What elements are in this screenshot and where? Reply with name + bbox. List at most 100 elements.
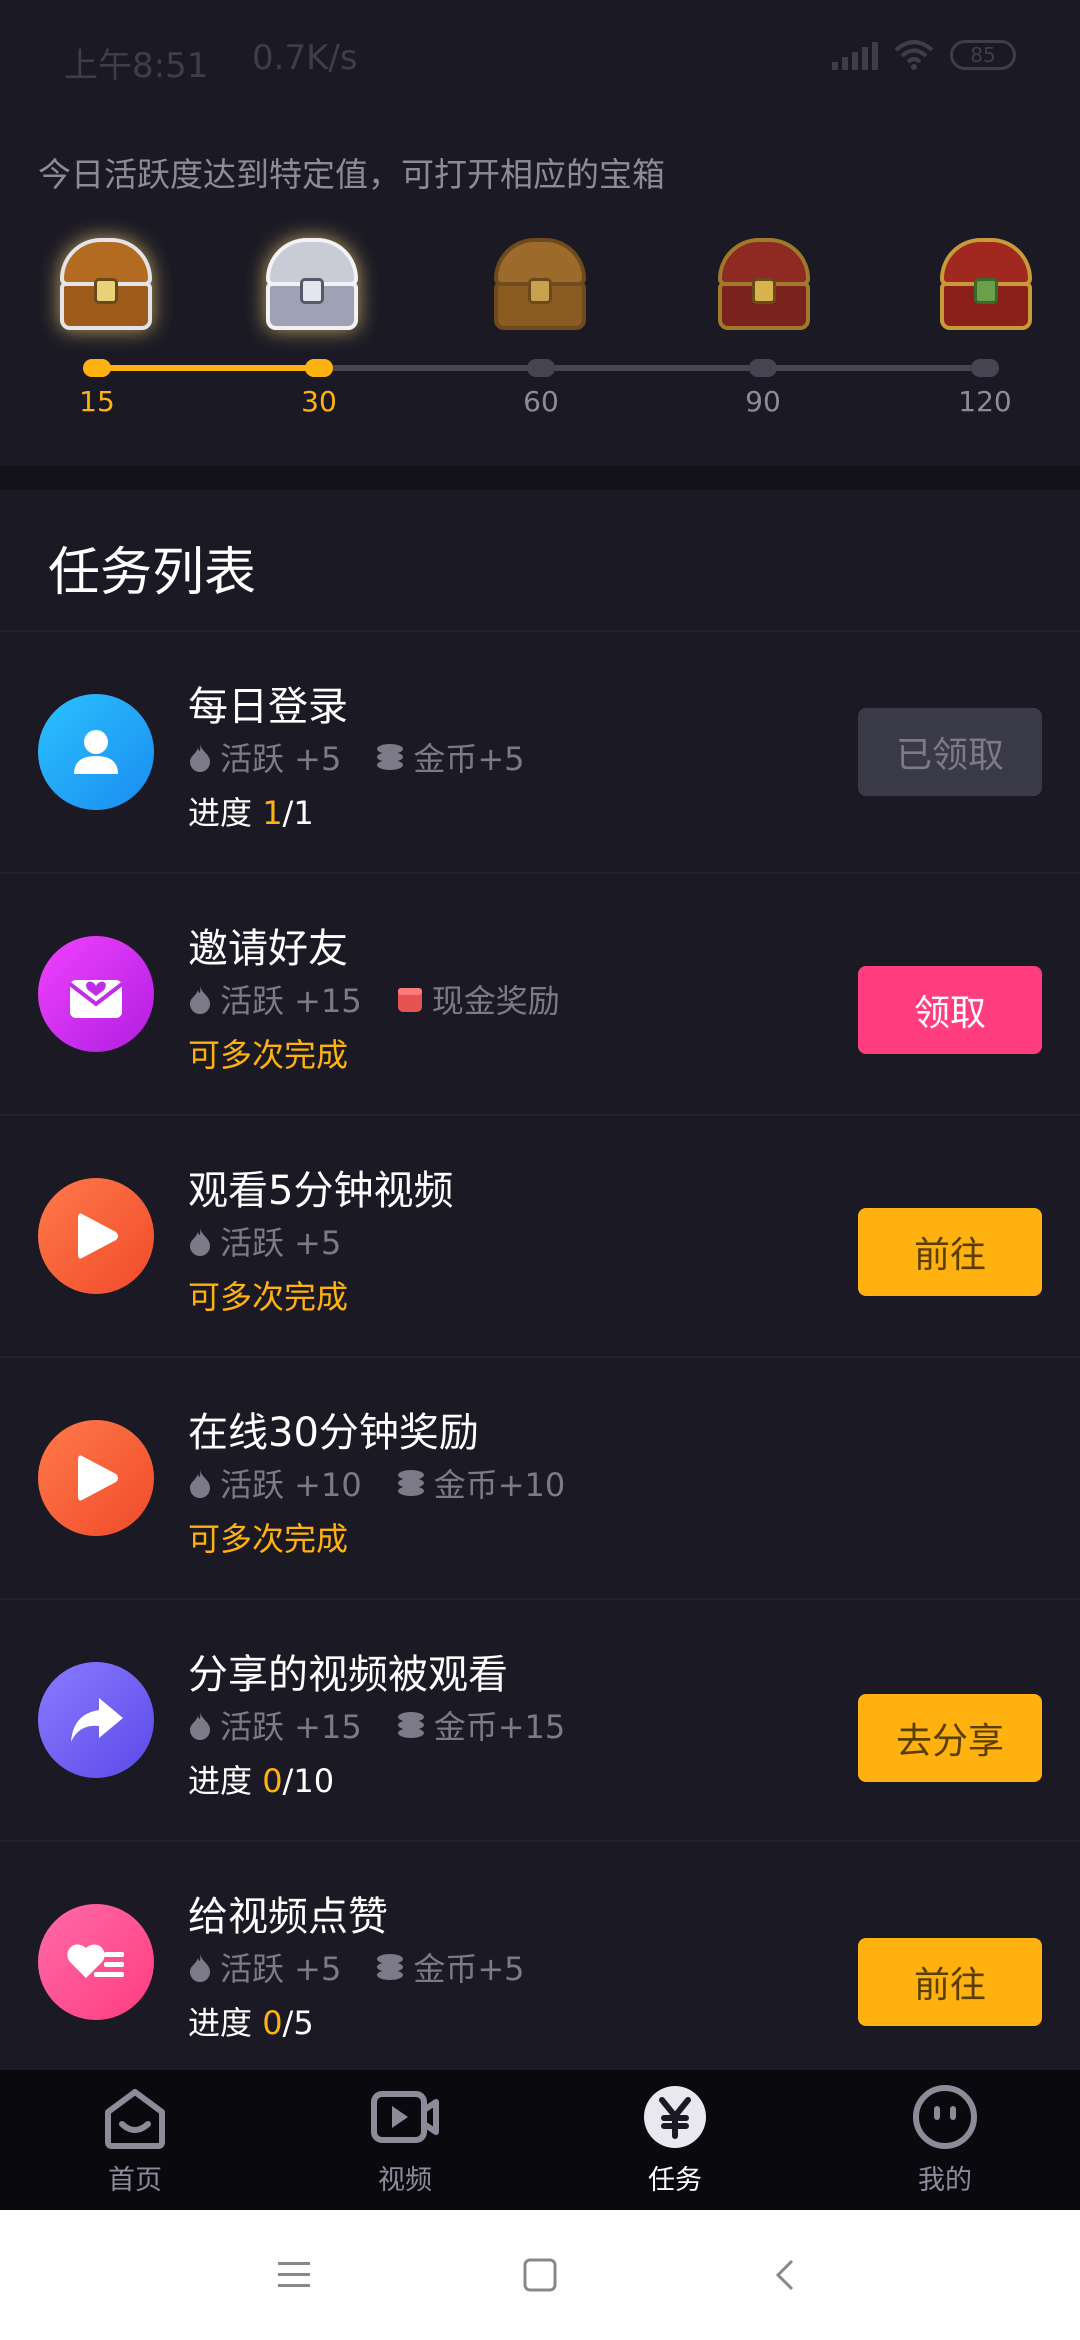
task-progress: 进度 0/5 bbox=[188, 2004, 314, 2042]
coin-reward: 金币+15 bbox=[433, 1708, 566, 1746]
chest-60[interactable] bbox=[490, 238, 590, 336]
chest-120[interactable] bbox=[936, 238, 1036, 336]
activity-reward: 活跃 +10 bbox=[220, 1466, 362, 1504]
activity-reward: 活跃 +15 bbox=[220, 982, 362, 1020]
claim-button[interactable]: 领取 bbox=[858, 966, 1042, 1054]
section-divider bbox=[0, 466, 1080, 490]
nav-tasks[interactable]: 任务 bbox=[540, 2070, 810, 2210]
nav-tasks-label: 任务 bbox=[648, 2165, 702, 2196]
battery-level: 85 bbox=[970, 43, 996, 67]
task-repeatable-note: 可多次完成 bbox=[188, 1520, 349, 1558]
share-arrow-icon bbox=[38, 1662, 154, 1778]
home-square-icon[interactable] bbox=[522, 2257, 558, 2293]
milestone-label-120: 120 bbox=[958, 385, 1012, 418]
coin-reward: 金币+10 bbox=[433, 1466, 566, 1504]
activity-reward: 活跃 +5 bbox=[220, 1224, 342, 1262]
status-network-speed: 0.7K/s bbox=[252, 38, 358, 78]
activity-reward: 活跃 +15 bbox=[220, 1708, 362, 1746]
signal-icon bbox=[832, 40, 878, 70]
milestone-node-90 bbox=[749, 359, 777, 377]
cash-reward: 现金奖励 bbox=[431, 982, 560, 1020]
task-list-title: 任务列表 bbox=[48, 543, 257, 603]
back-icon[interactable] bbox=[768, 2257, 804, 2293]
milestone-node-120 bbox=[971, 359, 999, 377]
home-icon bbox=[105, 2089, 165, 2149]
task-row: 给视频点赞 活跃 +5 金币+5 进度 0/5 前往 bbox=[0, 1842, 1080, 2084]
milestone-node-60 bbox=[527, 359, 555, 377]
wifi-icon bbox=[894, 40, 934, 70]
menu-icon[interactable] bbox=[276, 2258, 312, 2292]
task-row: 观看5分钟视频 活跃 +5 可多次完成 前往 bbox=[0, 1116, 1080, 1358]
coin-reward: 金币+5 bbox=[413, 740, 525, 778]
nav-video[interactable]: 视频 bbox=[270, 2070, 540, 2210]
coin-stack-icon bbox=[397, 1470, 424, 1496]
coin-reward: 金币+5 bbox=[413, 1950, 525, 1988]
chest-30[interactable] bbox=[262, 238, 362, 336]
battery-icon: 85 bbox=[950, 40, 1016, 70]
status-bar: 上午8:51 0.7K/s 85 bbox=[0, 0, 1080, 120]
go-button[interactable]: 前往 bbox=[858, 1938, 1042, 2026]
chest-90[interactable] bbox=[714, 238, 814, 336]
bottom-nav: 首页 视频 任务 我的 bbox=[0, 2070, 1080, 2210]
milestone-label-60: 60 bbox=[523, 385, 559, 418]
chest-section: 今日活跃度达到特定值，可打开相应的宝箱 15 30 60 90 120 bbox=[0, 120, 1080, 466]
task-repeatable-note: 可多次完成 bbox=[188, 1278, 349, 1316]
nav-profile-label: 我的 bbox=[918, 2165, 972, 2196]
share-button[interactable]: 去分享 bbox=[858, 1694, 1042, 1782]
task-name: 分享的视频被观看 bbox=[188, 1652, 508, 1698]
profile-icon bbox=[913, 2085, 977, 2149]
task-rewards: 活跃 +5 bbox=[188, 1218, 375, 1264]
video-icon bbox=[371, 2091, 439, 2143]
task-repeatable-note: 可多次完成 bbox=[188, 1036, 349, 1074]
play-icon bbox=[38, 1420, 154, 1536]
task-list-header: 任务列表 bbox=[0, 490, 1080, 632]
task-name: 邀请好友 bbox=[188, 926, 348, 972]
flame-icon bbox=[190, 1470, 210, 1498]
flame-icon bbox=[190, 744, 210, 772]
go-button[interactable]: 前往 bbox=[858, 1208, 1042, 1296]
task-name: 观看5分钟视频 bbox=[188, 1168, 454, 1214]
task-row: 邀请好友 活跃 +15 现金奖励 可多次完成 领取 bbox=[0, 874, 1080, 1116]
nav-home[interactable]: 首页 bbox=[0, 2070, 270, 2210]
milestone-node-30 bbox=[305, 359, 333, 377]
flame-icon bbox=[190, 1228, 210, 1256]
task-progress: 进度 1/1 bbox=[188, 794, 314, 832]
flame-icon bbox=[190, 1712, 210, 1740]
coin-stack-icon bbox=[377, 1954, 404, 1980]
task-name: 在线30分钟奖励 bbox=[188, 1410, 479, 1456]
cash-icon bbox=[397, 988, 422, 1012]
milestone-label-90: 90 bbox=[745, 385, 781, 418]
activity-reward: 活跃 +5 bbox=[220, 1950, 342, 1988]
task-name: 给视频点赞 bbox=[188, 1894, 388, 1940]
like-heart-icon bbox=[38, 1904, 154, 2020]
system-nav-bar bbox=[0, 2210, 1080, 2340]
status-time: 上午8:51 bbox=[64, 46, 209, 86]
task-name: 每日登录 bbox=[188, 684, 348, 730]
task-row: 每日登录 活跃 +5 金币+5 进度 1/1 已领取 bbox=[0, 632, 1080, 874]
task-rewards: 活跃 +5 金币+5 bbox=[188, 1944, 559, 1990]
claimed-button[interactable]: 已领取 bbox=[858, 708, 1042, 796]
coin-stack-icon bbox=[397, 1712, 424, 1738]
nav-video-label: 视频 bbox=[378, 2165, 432, 2196]
task-progress: 进度 0/10 bbox=[188, 1762, 335, 1800]
flame-icon bbox=[190, 1954, 210, 1982]
coin-stack-icon bbox=[377, 744, 404, 770]
task-rewards: 活跃 +5 金币+5 bbox=[188, 734, 559, 780]
milestone-node-15 bbox=[83, 359, 111, 377]
activity-progress-fill bbox=[96, 365, 319, 371]
chest-hint: 今日活跃度达到特定值，可打开相应的宝箱 bbox=[38, 155, 665, 194]
yuan-icon bbox=[644, 2086, 706, 2148]
chest-15[interactable] bbox=[56, 238, 156, 336]
task-rewards: 活跃 +15 金币+15 bbox=[188, 1702, 599, 1748]
task-row: 分享的视频被观看 活跃 +15 金币+15 进度 0/10 去分享 bbox=[0, 1600, 1080, 1842]
activity-reward: 活跃 +5 bbox=[220, 740, 342, 778]
play-icon bbox=[38, 1178, 154, 1294]
task-rewards: 活跃 +10 金币+10 bbox=[188, 1460, 599, 1506]
nav-profile[interactable]: 我的 bbox=[810, 2070, 1080, 2210]
user-icon bbox=[38, 694, 154, 810]
task-rewards: 活跃 +15 现金奖励 bbox=[188, 976, 594, 1022]
status-icons: 85 bbox=[832, 40, 1016, 70]
milestone-label-30: 30 bbox=[301, 385, 337, 418]
invite-envelope-icon bbox=[38, 936, 154, 1052]
flame-icon bbox=[190, 986, 210, 1014]
